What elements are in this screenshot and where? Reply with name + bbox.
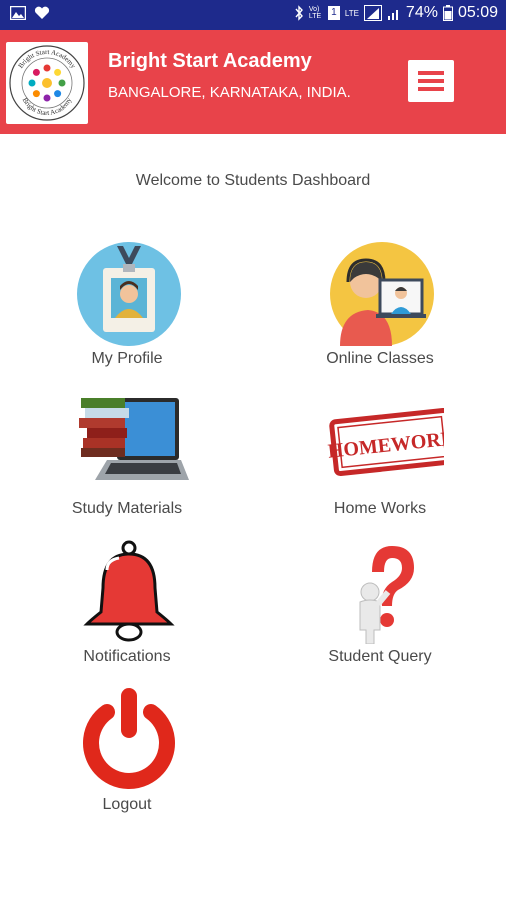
hamburger-icon-bar (418, 87, 444, 91)
online-classes-label: Online Classes (326, 350, 434, 367)
bell-icon (83, 540, 175, 642)
battery-percent: 74% (405, 4, 438, 21)
notifications-tile[interactable]: Notifications (27, 540, 227, 680)
study-materials-label: Study Materials (71, 500, 183, 517)
bluetooth-icon (295, 5, 303, 21)
my-profile-label: My Profile (91, 350, 163, 367)
logout-tile[interactable]: Logout (27, 688, 227, 828)
app-title: Bright Start Academy (108, 50, 312, 72)
image-icon (10, 6, 26, 20)
laptop-books-icon (79, 398, 189, 480)
academy-logo: Bright Start Academy Bright Start Academ… (6, 42, 88, 124)
homework-stamp-icon: HOMEWORK (327, 407, 444, 477)
online-classes-icon (330, 242, 434, 346)
home-works-tile[interactable]: HOMEWORK Home Works (280, 392, 480, 532)
student-query-label: Student Query (328, 648, 432, 665)
status-bar: Vo) LTE 1 LTE 74% 05:09 (0, 0, 506, 30)
volte-icon: Vo) LTE (308, 6, 322, 20)
clock: 05:09 (457, 4, 498, 21)
welcome-text: Welcome to Students Dashboard (135, 172, 371, 189)
logout-label: Logout (102, 796, 152, 813)
my-profile-tile[interactable]: My Profile (27, 242, 227, 382)
home-works-label: Home Works (333, 500, 427, 517)
hamburger-menu-button[interactable] (408, 60, 454, 102)
online-classes-tile[interactable]: Online Classes (280, 242, 480, 382)
signal-icon (363, 5, 382, 21)
question-mark-icon (359, 546, 414, 644)
power-icon (83, 688, 175, 789)
hamburger-icon-bar (418, 79, 444, 83)
logo-emblem-icon: Bright Start Academy Bright Start Academ… (9, 45, 85, 121)
sim-icon: 1 (327, 6, 340, 20)
hamburger-icon (418, 71, 444, 75)
notifications-label: Notifications (83, 648, 171, 665)
study-materials-tile[interactable]: Study Materials (27, 392, 227, 532)
heart-icon (34, 6, 50, 19)
profile-badge-icon (77, 242, 181, 346)
signal-bars-icon (387, 10, 398, 20)
battery-icon (442, 5, 453, 21)
app-subtitle: BANGALORE, KARNATAKA, INDIA. (108, 84, 351, 101)
student-query-tile[interactable]: Student Query (280, 540, 480, 680)
lte-icon: LTE (344, 8, 359, 18)
app-header: Bright Start Academy Bright Start Academ… (0, 30, 506, 134)
